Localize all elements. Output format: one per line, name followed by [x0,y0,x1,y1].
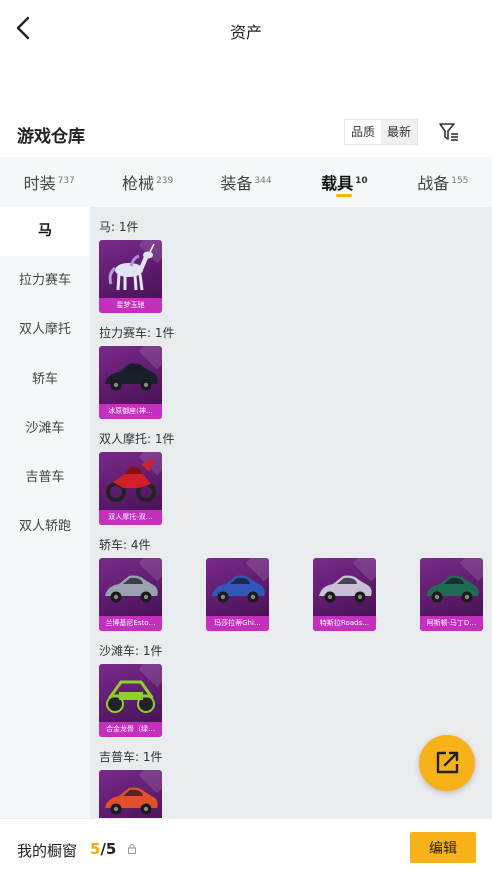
tab-equipment[interactable]: 装备 344 [197,157,295,207]
filter-icon[interactable] [438,121,460,143]
section-label: 轿车: 4件 [99,538,151,552]
sort-toggle: 品质 最新 [344,119,419,145]
vehicle-name: 星梦玉驰 [99,298,162,313]
vehicle-name: 特斯拉Roads… [313,616,376,631]
tab-fashion[interactable]: 时装 737 [0,157,98,207]
share-icon [436,751,459,774]
car-icon [319,575,372,603]
vehicle-card[interactable] [99,770,162,818]
tab-label: 装备 [220,174,253,193]
vehicle-name: 双人摩托-双… [99,510,162,525]
sidebar-item-sedan[interactable]: 轿车 [0,355,90,404]
vehicle-card[interactable]: 星梦玉驰 [99,240,162,313]
car-icon [212,575,265,603]
tab-firearms[interactable]: 枪械 239 [98,157,196,207]
sidebar-item-beach-buggy[interactable]: 沙滩车 [0,404,90,453]
tab-count: 239 [156,176,174,186]
section-label: 拉力赛车: 1件 [99,326,175,340]
section-label: 马: 1件 [99,220,139,234]
page-title: 资产 [229,23,262,42]
tab-count: 344 [254,176,272,186]
tab-count: 10 [355,176,368,186]
section-label: 沙滩车: 1件 [99,644,163,658]
sidebar-item-rally-car[interactable]: 拉力赛车 [0,256,90,305]
vehicle-name: 冰原御座(神… [99,404,162,419]
car-icon [426,575,479,603]
active-tab-indicator [336,194,353,197]
tab-label: 时装 [23,174,56,193]
motorbike-icon [106,458,156,502]
buggy-icon [106,680,155,713]
vehicle-card[interactable]: 兰博基尼Esto… [99,558,162,631]
vehicle-name: 合金龙骨（绿… [99,722,162,737]
top-bar: 资产 [0,0,492,60]
vehicle-name: 阿斯顿·马丁D… [420,616,483,631]
vehicle-card[interactable]: 阿斯顿·马丁D… [420,558,483,631]
showcase-count: 5/5 [90,840,116,858]
showcase-bar: 我的橱窗 5/5 编辑 [0,818,492,876]
showcase-total: /5 [100,840,117,858]
tab-supplies[interactable]: 战备 155 [394,157,492,207]
share-button[interactable] [419,735,475,791]
tab-count: 155 [451,176,469,186]
tab-vehicles[interactable]: 载具 10 [295,157,393,207]
lock-icon [128,844,136,854]
vehicle-card[interactable]: 冰原御座(神… [99,346,162,419]
showcase-label: 我的橱窗 [17,842,78,860]
vehicle-type-sidebar: 马 拉力赛车 双人摩托 轿车 沙滩车 吉普车 双人轿跑 [0,207,90,818]
showcase-current: 5 [90,840,101,858]
sidebar-item-jeep[interactable]: 吉普车 [0,453,90,502]
car-icon [105,787,158,815]
car-icon [105,575,158,603]
vehicle-list: 马: 1件星梦玉驰拉力赛车: 1件 冰原御座(神… 双人摩托: 1件 双人摩托-双… 轿… [90,207,492,818]
section-label: 双人摩托: 1件 [99,432,175,446]
category-tabs: 时装 737 枪械 239 装备 344 载具 10 战备 155 [0,157,492,207]
vehicle-name: 玛莎拉蒂Ghi… [206,616,269,631]
sidebar-item-double-motorbike[interactable]: 双人摩托 [0,305,90,354]
sidebar-item-horse[interactable]: 马 [0,207,90,257]
edit-button[interactable]: 编辑 [410,832,476,863]
vehicle-name: 兰博基尼Esto… [99,616,162,631]
vehicle-card[interactable]: 特斯拉Roads… [313,558,376,631]
warehouse-title: 游戏仓库 [17,127,85,147]
sort-quality-button[interactable]: 品质 [345,120,381,144]
sort-newest-button[interactable]: 最新 [381,120,418,144]
sidebar-item-coupe[interactable]: 双人轿跑 [0,502,90,551]
vehicle-card[interactable]: 合金龙骨（绿… [99,664,162,737]
tab-label: 枪械 [122,174,155,193]
unicorn-icon [108,243,155,291]
section-label: 吉普车: 1件 [99,750,163,764]
tab-count: 737 [57,176,75,186]
tab-label: 战备 [417,174,450,193]
vehicle-card[interactable]: 双人摩托-双… [99,452,162,525]
vehicle-card[interactable]: 玛莎拉蒂Ghi… [206,558,269,631]
tab-label: 载具 [321,174,354,193]
rally-car-icon [105,363,158,391]
